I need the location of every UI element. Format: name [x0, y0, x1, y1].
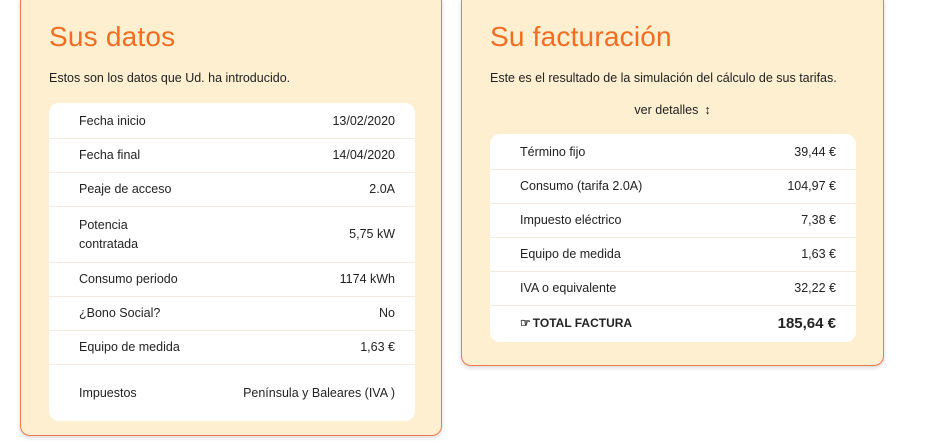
su-facturacion-intro: Este es el resultado de la simulación de…: [490, 71, 837, 85]
row-value: 1174 kWh: [339, 272, 395, 286]
row-label: Potencia contratada: [79, 217, 139, 251]
row-value: No: [379, 306, 395, 320]
table-row: Fecha final 14/04/2020: [49, 139, 415, 173]
row-label: Peaje de acceso: [79, 182, 172, 196]
row-label: Consumo (tarifa 2.0A): [520, 179, 643, 193]
sus-datos-card: Sus datos Estos son los datos que Ud. ha…: [20, 0, 442, 436]
row-label: Consumo periodo: [79, 272, 178, 286]
ver-detalles-link[interactable]: ver detalles ↕: [462, 103, 883, 117]
row-value: 5,75 kW: [349, 227, 395, 241]
table-row: Término fijo 39,44 €: [490, 136, 856, 170]
row-value: Península y Baleares (IVA ): [243, 385, 395, 400]
row-value: 32,22 €: [794, 281, 836, 295]
row-value: 14/04/2020: [332, 148, 395, 162]
row-label: Equipo de medida: [79, 340, 180, 354]
table-row: Impuestos Península y Baleares (IVA ): [49, 365, 415, 421]
up-down-arrow-icon: ↕: [704, 103, 711, 117]
row-label: ¿Bono Social?: [79, 306, 161, 320]
sus-datos-title: Sus datos: [49, 21, 176, 52]
table-row: IVA o equivalente 32,22 €: [490, 272, 856, 306]
table-row: Fecha inicio 13/02/2020: [49, 105, 415, 139]
row-label: Fecha inicio: [79, 114, 146, 128]
table-row: Equipo de medida 1,63 €: [490, 238, 856, 272]
row-label: Término fijo: [520, 145, 586, 159]
table-row: Impuesto eléctrico 7,38 €: [490, 204, 856, 238]
table-row: ¿Bono Social? No: [49, 297, 415, 331]
row-value: 13/02/2020: [332, 114, 395, 128]
su-facturacion-card: Su facturación Este es el resultado de l…: [461, 0, 884, 366]
sus-datos-table: Fecha inicio 13/02/2020 Fecha final 14/0…: [49, 103, 415, 421]
total-row: ☞ TOTAL FACTURA 185,64 €: [490, 306, 856, 340]
row-value: 1,63 €: [360, 340, 395, 354]
pointing-hand-icon: ☞: [520, 315, 531, 330]
row-value: 2.0A: [369, 182, 395, 196]
row-label: Fecha final: [79, 148, 141, 162]
table-row: Peaje de acceso 2.0A: [49, 173, 415, 207]
row-value: 39,44 €: [794, 145, 836, 159]
row-label: Impuestos: [79, 385, 137, 400]
table-row: Consumo (tarifa 2.0A) 104,97 €: [490, 170, 856, 204]
row-label: IVA o equivalente: [520, 281, 617, 295]
sus-datos-intro: Estos son los datos que Ud. ha introduci…: [49, 71, 291, 85]
table-row: Potencia contratada 5,75 kW: [49, 207, 415, 263]
total-value: 185,64 €: [777, 314, 836, 332]
row-label: Impuesto eléctrico: [520, 213, 622, 227]
su-facturacion-table: Término fijo 39,44 € Consumo (tarifa 2.0…: [490, 134, 856, 342]
total-label: TOTAL FACTURA: [532, 315, 633, 330]
ver-detalles-label: ver detalles: [634, 103, 699, 117]
table-row: Equipo de medida 1,63 €: [49, 331, 415, 365]
row-label: Equipo de medida: [520, 247, 621, 261]
row-value: 1,63 €: [801, 247, 836, 261]
row-value: 7,38 €: [801, 213, 836, 227]
su-facturacion-title: Su facturación: [490, 21, 672, 52]
table-row: Consumo periodo 1174 kWh: [49, 263, 415, 297]
row-value: 104,97 €: [787, 179, 836, 193]
